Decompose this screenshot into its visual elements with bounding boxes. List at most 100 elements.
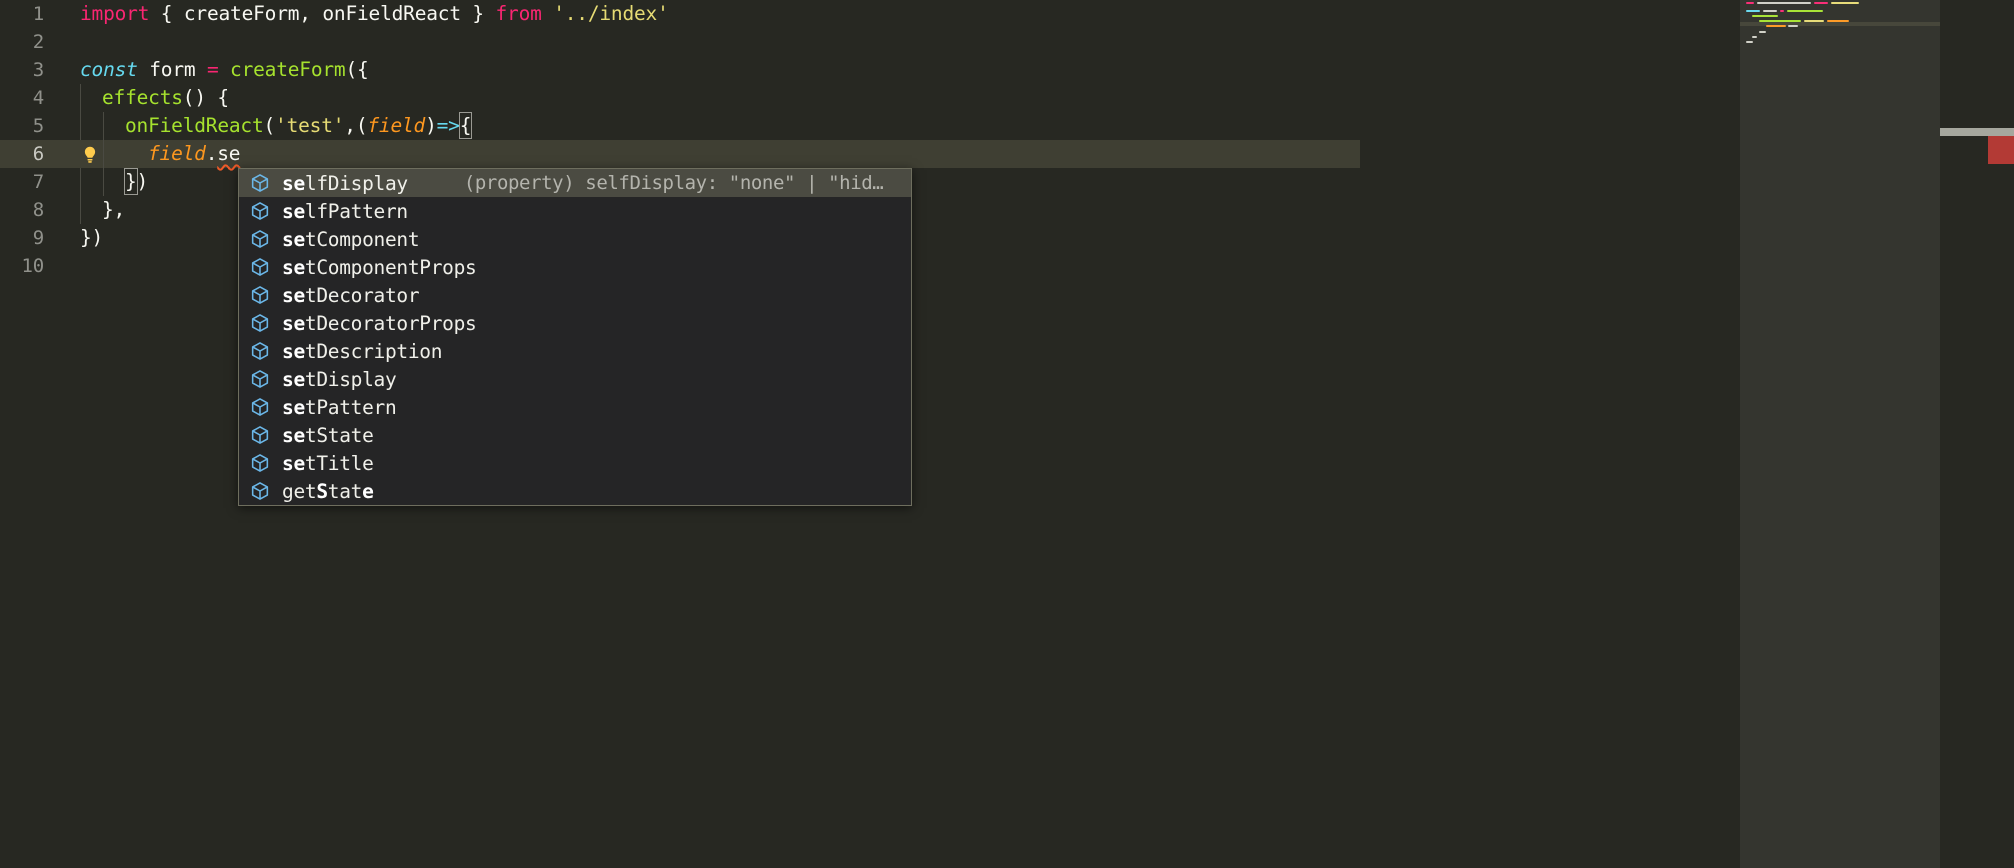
code-line[interactable]: 2 <box>0 28 1940 56</box>
line-content: field.se <box>148 140 241 168</box>
line-number: 9 <box>32 227 44 249</box>
line-content: onFieldReact('test',(field)=>{ <box>125 112 473 140</box>
autocomplete-item-label: selfPattern <box>282 199 408 223</box>
property-cube-icon <box>251 370 269 388</box>
token-form-identifier: form <box>137 58 207 81</box>
token-close-brace: } <box>124 168 138 195</box>
line-content: effects() { <box>102 84 229 112</box>
line-number: 8 <box>32 199 44 221</box>
token-named-import-onfieldreact: onFieldReact <box>322 2 461 25</box>
line-number: 7 <box>32 171 44 193</box>
indent-guide <box>103 140 104 168</box>
error-marker[interactable] <box>1988 136 2014 164</box>
lightbulb-icon[interactable] <box>79 144 101 166</box>
token-test-string: 'test' <box>275 114 345 137</box>
token-dot: . <box>205 142 218 165</box>
property-cube-icon <box>251 202 269 220</box>
token-brace-open: { <box>149 2 184 25</box>
autocomplete-item[interactable]: selfPattern <box>239 197 911 225</box>
property-cube-icon <box>251 342 269 360</box>
property-cube-icon <box>251 258 269 276</box>
token-const-keyword: const <box>80 58 138 81</box>
token-from-keyword: from <box>495 2 542 25</box>
autocomplete-item[interactable]: selfDisplay (property) selfDisplay: "none… <box>239 169 911 197</box>
code-line[interactable]: 3 const form = createForm({ <box>0 56 1940 84</box>
autocomplete-item[interactable]: setDecoratorProps <box>239 309 911 337</box>
token-close-obj-comma: }, <box>102 198 126 221</box>
scrollbar-tick-marks <box>1940 128 2014 136</box>
token-comma: , <box>299 2 323 25</box>
token-brace-close: } <box>460 2 496 25</box>
autocomplete-item[interactable]: setDisplay <box>239 365 911 393</box>
indent-guide <box>103 112 104 140</box>
code-line[interactable]: 1 import { createForm, onFieldReact } fr… <box>0 0 1940 28</box>
line-number: 6 <box>32 143 44 165</box>
line-number: 2 <box>32 31 44 53</box>
token-createform-call: createForm <box>218 58 346 81</box>
token-import-keyword: import <box>80 2 150 25</box>
autocomplete-item-label: setComponent <box>282 227 420 251</box>
autocomplete-popup[interactable]: selfDisplay (property) selfDisplay: "none… <box>238 168 912 506</box>
autocomplete-item[interactable]: getState <box>239 477 911 505</box>
property-cube-icon <box>251 398 269 416</box>
autocomplete-item-label: setPattern <box>282 395 397 419</box>
vertical-scrollbar[interactable] <box>1940 0 2014 868</box>
property-cube-icon <box>251 286 269 304</box>
autocomplete-item[interactable]: setTitle <box>239 449 911 477</box>
token-fat-arrow: => <box>436 114 460 137</box>
indent-guide <box>80 196 81 224</box>
autocomplete-item[interactable]: setComponentProps <box>239 253 911 281</box>
token-equals: = <box>206 58 219 81</box>
autocomplete-item[interactable]: setState <box>239 421 911 449</box>
token-arrow-brace: { <box>458 112 473 139</box>
autocomplete-item[interactable]: setDecorator <box>239 281 911 309</box>
property-cube-icon <box>251 426 269 444</box>
code-line[interactable]: 5 onFieldReact('test',(field)=>{ <box>0 112 1940 140</box>
token-module-path: '../index' <box>553 2 669 25</box>
line-content: }) <box>124 168 149 196</box>
autocomplete-item[interactable]: setComponent <box>239 225 911 253</box>
indent-guide <box>80 112 81 140</box>
token-named-import-createform: createForm <box>183 2 300 25</box>
line-number: 5 <box>32 115 44 137</box>
line-number: 10 <box>21 255 45 277</box>
token-paren-brace-open: ({ <box>345 58 369 81</box>
code-line-current[interactable]: 6 field.se <box>0 140 1360 168</box>
indent-guide <box>80 168 81 196</box>
autocomplete-item-detail: (property) selfDisplay: "none" | "hid… <box>463 172 884 194</box>
autocomplete-item-label: setComponentProps <box>282 255 477 279</box>
property-cube-icon <box>251 454 269 472</box>
code-line[interactable]: 4 effects() { <box>0 84 1940 112</box>
autocomplete-item-label: setDecoratorProps <box>282 311 477 335</box>
autocomplete-item-label: setTitle <box>282 451 374 475</box>
autocomplete-item-label: selfDisplay <box>282 171 408 195</box>
autocomplete-item-label: setDisplay <box>282 367 397 391</box>
autocomplete-item-label: setDecorator <box>282 283 420 307</box>
line-number: 3 <box>32 59 44 81</box>
minimap-slider[interactable] <box>1740 0 1940 868</box>
line-number: 4 <box>32 87 44 109</box>
token-partial-member: se <box>217 142 241 165</box>
line-content: }, <box>102 196 125 224</box>
token-close-paren: ) <box>136 170 149 193</box>
token-paren-open: ( <box>263 114 276 137</box>
autocomplete-item[interactable]: setDescription <box>239 337 911 365</box>
indent-guide <box>103 168 104 196</box>
code-editor: 1 import { createForm, onFieldReact } fr… <box>0 0 2014 868</box>
token-onfieldreact-call: onFieldReact <box>125 114 264 137</box>
property-cube-icon <box>251 482 269 500</box>
line-content: }) <box>80 224 103 252</box>
token-paren-close: ) <box>425 114 437 137</box>
autocomplete-item-label: setState <box>282 423 374 447</box>
autocomplete-item[interactable]: setPattern <box>239 393 911 421</box>
indent-guide <box>80 84 81 112</box>
property-cube-icon <box>251 174 269 192</box>
property-cube-icon <box>251 314 269 332</box>
autocomplete-item-label: setDescription <box>282 339 443 363</box>
line-number: 1 <box>32 3 44 25</box>
line-content: import { createForm, onFieldReact } from… <box>80 0 669 28</box>
autocomplete-item-label: getState <box>282 479 374 503</box>
property-cube-icon <box>251 230 269 248</box>
token-effects-identifier: effects <box>102 86 183 109</box>
token-effects-signature: () { <box>182 86 229 109</box>
